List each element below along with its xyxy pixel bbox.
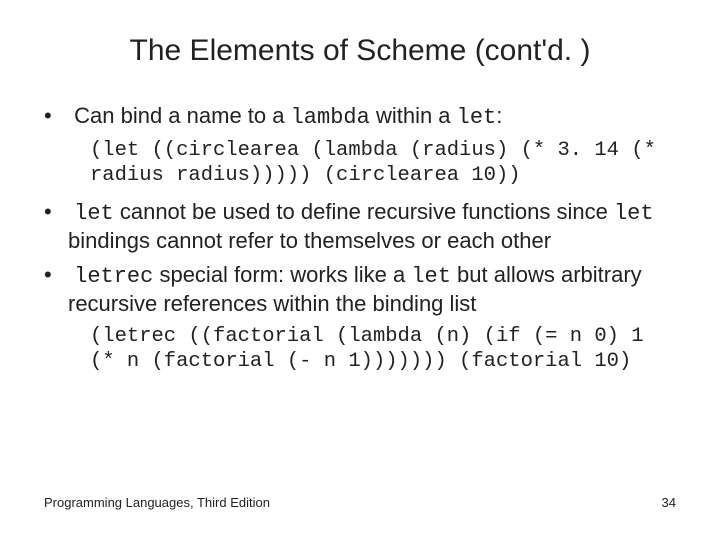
bullet-3: letrec special form: works like a let bu… [44, 261, 676, 318]
code-inline: let [614, 201, 654, 226]
code-inline: let [74, 201, 114, 226]
bullet-2: let cannot be used to define recursive f… [44, 198, 676, 255]
text: special form: works like a [153, 262, 411, 287]
text: : [496, 103, 502, 128]
bullet-list: Can bind a name to a lambda within a let… [44, 102, 676, 132]
text: Can bind a name to a [74, 103, 290, 128]
code-block-2: (letrec ((factorial (lambda (n) (if (= n… [90, 324, 676, 374]
text: cannot be used to define recursive funct… [114, 199, 614, 224]
footer: Programming Languages, Third Edition 34 [44, 495, 676, 510]
code-inline: let [457, 105, 497, 130]
slide: The Elements of Scheme (cont'd. ) Can bi… [0, 0, 720, 540]
code-inline: let [411, 264, 451, 289]
page-number: 34 [662, 495, 676, 510]
code-inline: lambda [291, 105, 370, 130]
bullet-list-2: let cannot be used to define recursive f… [44, 198, 676, 318]
footer-left: Programming Languages, Third Edition [44, 495, 270, 510]
code-inline: letrec [74, 264, 153, 289]
text: within a [370, 103, 457, 128]
bullet-1: Can bind a name to a lambda within a let… [44, 102, 676, 132]
code-block-1: (let ((circlearea (lambda (radius) (* 3.… [90, 138, 676, 188]
text: bindings cannot refer to themselves or e… [68, 228, 551, 253]
slide-title: The Elements of Scheme (cont'd. ) [44, 34, 676, 68]
